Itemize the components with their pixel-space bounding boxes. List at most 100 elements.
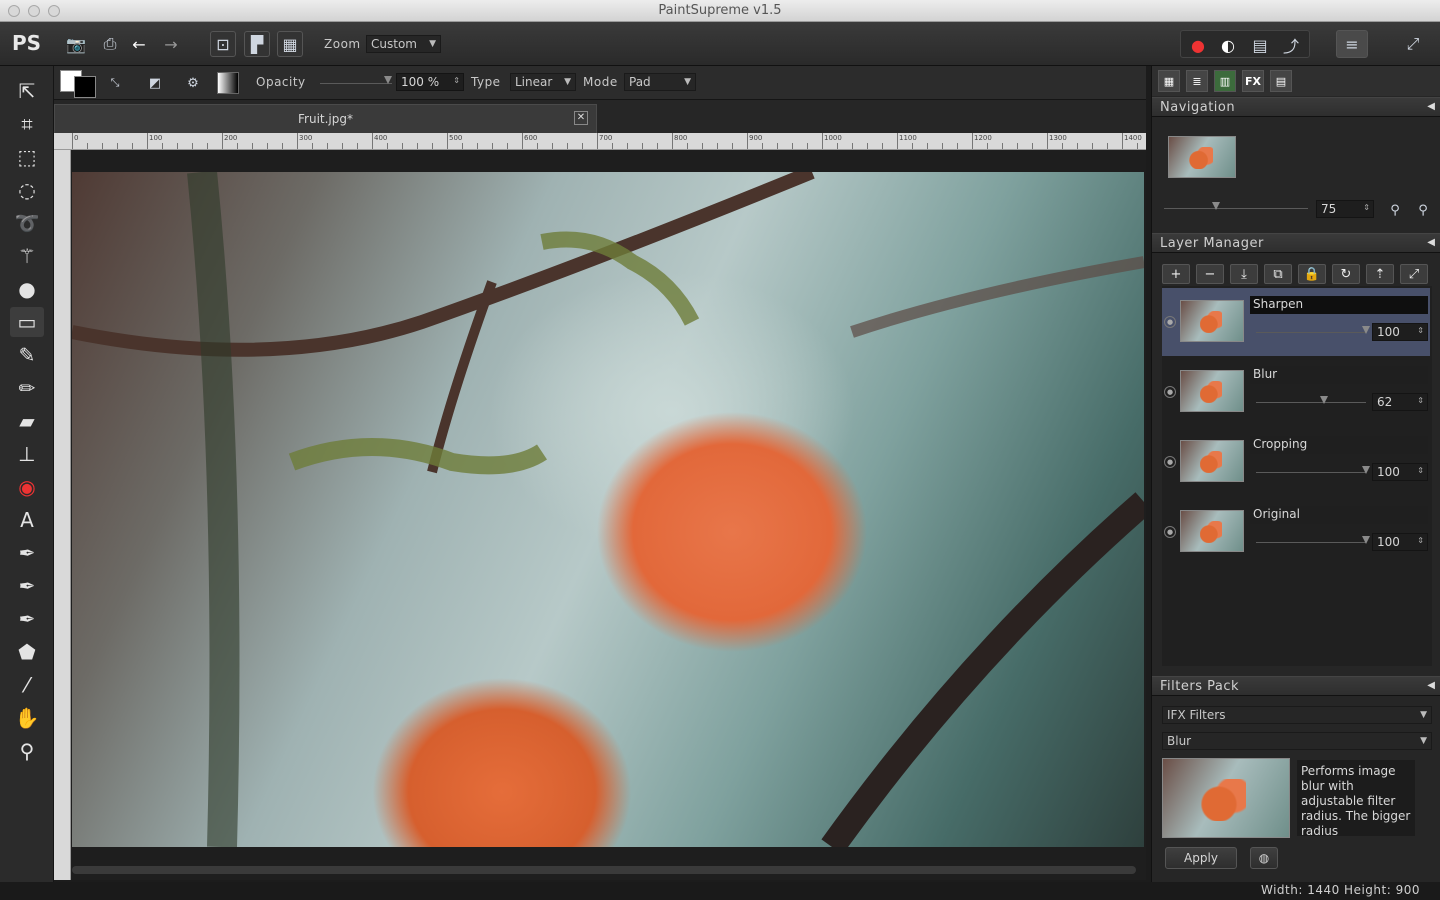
save-icon[interactable]: ⎙: [97, 31, 123, 57]
settings-gear-icon[interactable]: ⚙: [180, 70, 206, 96]
rect-select-icon[interactable]: ⬚: [10, 142, 44, 172]
hand-icon[interactable]: ✋: [10, 703, 44, 733]
mode-select[interactable]: Pad ▼: [624, 73, 696, 91]
color-wheel-icon[interactable]: ●: [1185, 32, 1211, 58]
zoom-select[interactable]: Custom ▼: [366, 35, 441, 53]
layer-name[interactable]: Blur: [1250, 366, 1428, 384]
redo-icon[interactable]: →: [158, 31, 184, 57]
layer-opacity-input[interactable]: 100 ⇕: [1372, 323, 1428, 341]
default-colors-icon[interactable]: ◩: [142, 70, 168, 96]
collapse-icon[interactable]: ◀: [1427, 101, 1435, 112]
text-icon[interactable]: A: [10, 505, 44, 535]
close-tab-icon[interactable]: ✕: [574, 111, 588, 125]
layer-item[interactable]: ● Cropping 100 ⇕: [1162, 428, 1430, 496]
image-canvas[interactable]: [72, 172, 1144, 847]
pen-remove-icon[interactable]: ✒: [10, 604, 44, 634]
layer-opacity-knob[interactable]: [1362, 326, 1370, 334]
visibility-eye-icon[interactable]: ●: [1164, 526, 1176, 538]
layer-opacity-knob[interactable]: [1362, 536, 1370, 544]
eyedropper-icon[interactable]: ⁄: [10, 670, 44, 700]
nav-zoom-slider[interactable]: [1164, 208, 1308, 209]
magic-wand-icon[interactable]: ⚚: [10, 241, 44, 271]
shape-icon[interactable]: ⬟: [10, 637, 44, 667]
red-eye-icon[interactable]: ◉: [10, 472, 44, 502]
curves-icon[interactable]: ⤴: [1278, 32, 1304, 58]
grid-icon[interactable]: ▦: [277, 31, 303, 57]
contrast-icon[interactable]: ◐: [1215, 32, 1241, 58]
visibility-eye-icon[interactable]: ●: [1164, 456, 1176, 468]
layer-opacity-slider[interactable]: [1256, 332, 1366, 333]
rotate-icon[interactable]: ↻: [1332, 264, 1360, 284]
type-select[interactable]: Linear ▼: [510, 73, 576, 91]
move-up-icon[interactable]: ⇡: [1366, 264, 1394, 284]
fit-icon[interactable]: ⊡: [210, 31, 236, 57]
layer-opacity-slider[interactable]: [1256, 402, 1366, 403]
brush-icon[interactable]: ✎: [10, 340, 44, 370]
layer-name[interactable]: Sharpen: [1250, 296, 1428, 314]
pen-icon[interactable]: ✒: [10, 538, 44, 568]
select-icon[interactable]: ⇱: [10, 76, 44, 106]
zoom-out-icon[interactable]: ⚲: [1410, 197, 1436, 223]
opacity-input[interactable]: 100 % ⇕: [396, 73, 464, 91]
duplicate-layer-icon[interactable]: ⧉: [1264, 264, 1292, 284]
pen-add-icon[interactable]: ✒: [10, 571, 44, 601]
layer-item[interactable]: ● Blur 62 ⇕: [1162, 358, 1430, 426]
resize-icon[interactable]: ⤢: [1400, 264, 1428, 284]
panel-tab-navigator-icon[interactable]: ▦: [1158, 70, 1180, 92]
lock-icon[interactable]: 🔒: [1298, 264, 1326, 284]
stepper-icon[interactable]: ⇕: [1417, 466, 1424, 475]
collapse-icon[interactable]: ◀: [1427, 237, 1435, 248]
background-color-swatch[interactable]: [74, 76, 96, 98]
layer-manager-header[interactable]: Layer Manager ◀: [1152, 233, 1440, 253]
merge-down-icon[interactable]: ⤓: [1230, 264, 1258, 284]
stepper-icon[interactable]: ⇕: [453, 76, 460, 85]
visibility-eye-icon[interactable]: ●: [1164, 386, 1176, 398]
panel-tab-histogram-icon[interactable]: ▥: [1214, 70, 1236, 92]
add-layer-icon[interactable]: +: [1162, 264, 1190, 284]
fullscreen-icon[interactable]: ⤢: [1400, 31, 1426, 57]
layers-icon[interactable]: ≡: [1336, 30, 1368, 58]
layer-item[interactable]: ● Original 100 ⇕: [1162, 498, 1430, 566]
layer-opacity-input[interactable]: 100 ⇕: [1372, 463, 1428, 481]
layer-opacity-input[interactable]: 100 ⇕: [1372, 533, 1428, 551]
stepper-icon[interactable]: ⇕: [1417, 396, 1424, 405]
layer-name[interactable]: Original: [1250, 506, 1428, 524]
navigation-thumbnail[interactable]: [1168, 136, 1236, 178]
document-tab[interactable]: Fruit.jpg* ✕: [54, 104, 597, 133]
layer-opacity-slider[interactable]: [1256, 542, 1366, 543]
stamp-icon[interactable]: ⊥: [10, 439, 44, 469]
stepper-icon[interactable]: ⇕: [1417, 326, 1424, 335]
eraser-icon[interactable]: ▰: [10, 406, 44, 436]
nav-zoom-knob[interactable]: [1212, 202, 1220, 210]
gradient-icon[interactable]: ▭: [10, 307, 44, 337]
swap-colors-icon[interactable]: ⤡: [102, 70, 128, 96]
zoom-icon[interactable]: ⚲: [10, 736, 44, 766]
filters-pack-header[interactable]: Filters Pack ◀: [1152, 676, 1440, 696]
visibility-eye-icon[interactable]: ●: [1164, 316, 1176, 328]
layer-item[interactable]: ● Sharpen 100 ⇕: [1162, 288, 1430, 356]
layer-name[interactable]: Cropping: [1250, 436, 1428, 454]
opacity-slider-knob[interactable]: [384, 76, 392, 84]
navigation-header[interactable]: Navigation ◀: [1152, 97, 1440, 117]
remove-layer-icon[interactable]: −: [1196, 264, 1224, 284]
levels-icon[interactable]: ▤: [1247, 32, 1273, 58]
lasso-icon[interactable]: ➰: [10, 208, 44, 238]
frame-icon[interactable]: ▛: [244, 31, 270, 57]
panel-tab-info-icon[interactable]: ▤: [1270, 70, 1292, 92]
globe-icon[interactable]: ◍: [1250, 847, 1278, 869]
collapse-icon[interactable]: ◀: [1427, 680, 1435, 691]
pencil-icon[interactable]: ✏: [10, 373, 44, 403]
crop-icon[interactable]: ⌗: [10, 109, 44, 139]
gradient-preview[interactable]: [217, 72, 239, 94]
layer-opacity-knob[interactable]: [1362, 466, 1370, 474]
panel-tab-layers-icon[interactable]: ≣: [1186, 70, 1208, 92]
filter-select[interactable]: Blur ▼: [1162, 732, 1432, 750]
horizontal-scrollbar[interactable]: [72, 866, 1136, 874]
layer-opacity-slider[interactable]: [1256, 472, 1366, 473]
blur-icon[interactable]: ●: [10, 274, 44, 304]
opacity-slider[interactable]: [320, 83, 392, 84]
panel-tab-fx-icon[interactable]: FX: [1242, 70, 1264, 92]
stepper-icon[interactable]: ⇕: [1363, 203, 1370, 212]
open-icon[interactable]: 📷: [63, 31, 89, 57]
undo-icon[interactable]: ←: [126, 31, 152, 57]
